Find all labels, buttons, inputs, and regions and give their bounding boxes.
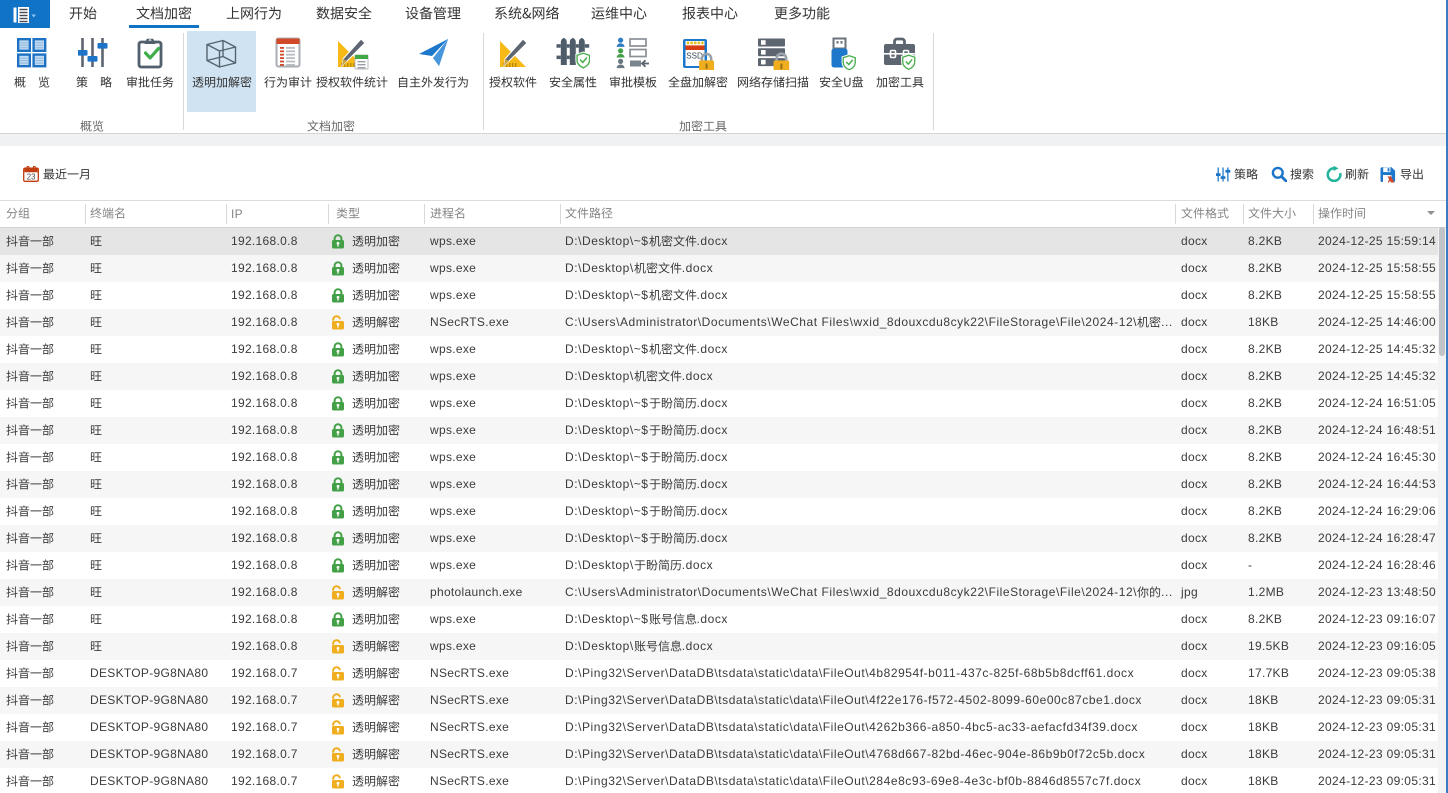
svg-text:SSD: SSD [686,52,703,61]
svg-text:23: 23 [27,173,36,182]
